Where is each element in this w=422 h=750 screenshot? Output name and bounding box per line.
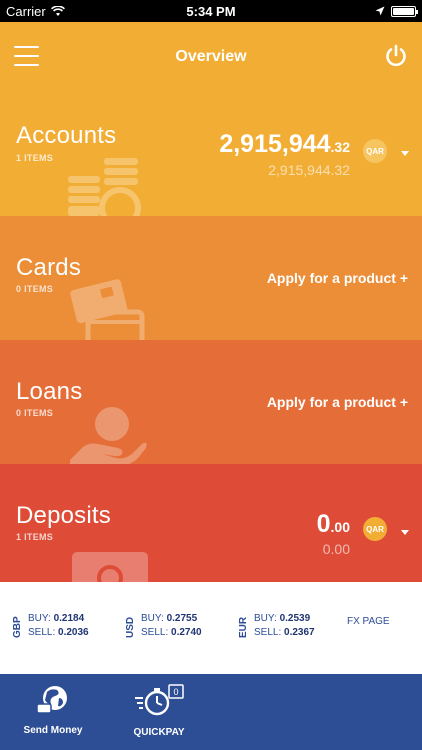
deposits-title: Deposits [16,502,111,529]
fx-currency-code: USD [125,616,136,638]
fx-currency-code: EUR [238,616,249,638]
deposits-balance-int: 0 [316,510,331,538]
accounts-balance-dec: .32 [330,139,350,155]
fx-sell-label: SELL: [254,627,282,638]
quickpay-button[interactable]: 0 QUICKPAY [126,684,192,738]
loans-title: Loans [16,378,83,405]
cards-section[interactable]: Cards 0 ITEMS Apply for a product + [0,216,422,340]
cards-apply-link[interactable]: Apply for a product + [267,270,408,286]
stopwatch-icon: 0 [135,684,184,716]
fx-rates-strip: GBP BUY: 0.2184 SELL: 0.2036 USD BUY: 0.… [0,582,422,674]
fx-buy-value: 0.2755 [166,613,198,624]
battery-icon [391,5,418,17]
coins-icon [68,158,141,216]
accounts-expand-icon[interactable] [401,151,409,156]
accounts-balance-int: 2,915,944 [219,130,331,158]
accounts-title: Accounts [16,122,117,149]
page-title: Overview [175,48,247,65]
deposits-balance: 0.00 [317,510,350,539]
bottom-nav: Send Money 0 QUICKPAY [0,674,422,750]
fx-sell-label: SELL: [141,627,169,638]
accounts-balance-sub: 2,915,944.32 [268,162,350,178]
fx-currency-code: GBP [12,616,23,638]
credit-card-icon [70,279,145,340]
loans-count: 0 ITEMS [16,408,54,418]
globe-money-icon [36,686,67,714]
fx-sell-label: SELL: [28,627,56,638]
accounts-count: 1 ITEMS [16,153,54,163]
loans-section[interactable]: Loans 0 ITEMS Apply for a product + [0,340,422,464]
deposits-count: 1 ITEMS [16,532,54,542]
power-icon[interactable] [384,44,408,68]
quickpay-badge: 0 [173,687,178,697]
status-time: 5:34 PM [186,3,236,19]
accounts-balance: 2,915,944.32 [219,130,350,159]
accounts-currency-badge: QAR [363,139,387,163]
fx-buy-value: 0.2539 [279,613,311,624]
fx-buy-value: 0.2184 [53,613,85,624]
fx-sell-value: 0.2036 [58,627,89,638]
cards-title: Cards [16,254,82,281]
deposits-balance-sub: 0.00 [322,541,350,557]
fx-sell-value: 0.2367 [284,627,315,638]
fx-buy-label: BUY: [254,613,277,624]
accounts-section[interactable]: Accounts 1 ITEMS 2,915,944.32 2,915,944.… [0,92,422,216]
send-money-button[interactable]: Send Money [22,684,84,736]
deposits-balance-dec: .00 [330,519,350,535]
fx-buy-label: BUY: [28,613,51,624]
fx-page-link[interactable]: FX PAGE [347,616,390,627]
quickpay-label: QUICKPAY [133,727,185,738]
top-header: Overview [0,22,422,92]
loans-apply-link[interactable]: Apply for a product + [267,394,408,410]
send-money-label: Send Money [23,725,83,736]
deposits-expand-icon[interactable] [401,530,409,535]
fx-sell-value: 0.2740 [171,627,202,638]
menu-icon[interactable] [14,46,39,66]
fx-buy-label: BUY: [141,613,164,624]
safe-icon [72,552,148,582]
deposits-currency-badge: QAR [363,517,387,541]
cards-count: 0 ITEMS [16,284,54,294]
status-bar: Carrier 5:34 PM [0,0,422,22]
hand-coin-icon [70,407,147,464]
location-arrow-icon [375,6,385,16]
deposits-section[interactable]: Deposits 1 ITEMS 0.00 0.00 QAR [0,464,422,582]
